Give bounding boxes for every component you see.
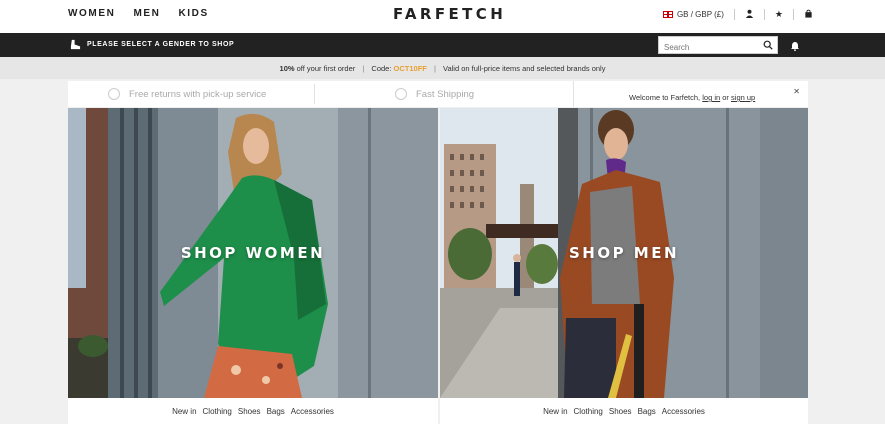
fast-shipping-item[interactable]: Fast Shipping <box>395 88 474 100</box>
signup-link[interactable]: sign up <box>731 93 755 102</box>
promo-code-label: Code: <box>371 64 392 73</box>
divider <box>763 9 765 20</box>
shop-women-title[interactable]: SHOP WOMEN <box>68 244 438 262</box>
women-link-shoes[interactable]: Shoes <box>238 407 261 416</box>
divider <box>793 9 794 20</box>
bag-icon[interactable] <box>804 9 813 20</box>
welcome-message: Welcome to Farfetch, log in or sign up <box>629 93 755 102</box>
men-link-clothing[interactable]: Clothing <box>574 407 603 416</box>
men-link-bags[interactable]: Bags <box>638 407 656 416</box>
fast-shipping-label: Fast Shipping <box>416 88 475 100</box>
nav-women[interactable]: WOMEN <box>68 8 115 19</box>
women-link-bags[interactable]: Bags <box>267 407 285 416</box>
divider <box>733 9 735 20</box>
promo-discount: 10% <box>279 64 295 73</box>
search-icon[interactable] <box>763 40 773 50</box>
men-category-links: New in Clothing Shoes Bags Accessories <box>440 398 808 424</box>
shop-men-title[interactable]: SHOP MEN <box>440 244 808 262</box>
welcome-popup: Welcome to Farfetch, log in or sign up ✕ <box>573 81 808 107</box>
search-box <box>658 36 778 56</box>
women-link-accessories[interactable]: Accessories <box>291 407 334 416</box>
gender-select-message[interactable]: PLEASE SELECT A GENDER TO SHOP <box>70 39 234 50</box>
region-currency-selector[interactable]: GB / GBP (£) <box>677 10 724 19</box>
returns-icon <box>108 88 120 100</box>
promo-offer: off your first order <box>296 64 356 73</box>
top-header: WOMEN MEN KIDS FARFETCH GB / GBP (£) ★ <box>0 0 885 33</box>
service-strip: Free returns with pick-up service Fast S… <box>68 81 573 107</box>
promo-banner: 10% off your first order | Code: OCT10FF… <box>0 57 885 79</box>
nav-kids[interactable]: KIDS <box>178 8 208 19</box>
promo-text[interactable]: 10% off your first order | Code: OCT10FF… <box>0 64 885 73</box>
hero-women[interactable]: SHOP WOMEN <box>68 108 438 398</box>
men-link-new-in[interactable]: New in <box>543 407 567 416</box>
welcome-prefix: Welcome to Farfetch, <box>629 93 701 102</box>
free-returns-label: Free returns with pick-up service <box>129 88 267 100</box>
promo-divider: | <box>433 64 436 73</box>
divider <box>314 84 315 104</box>
login-link[interactable]: log in <box>702 93 720 102</box>
gender-select-label: PLEASE SELECT A GENDER TO SHOP <box>87 41 235 48</box>
gender-select-bar: PLEASE SELECT A GENDER TO SHOP <box>0 33 885 57</box>
women-link-new-in[interactable]: New in <box>172 407 196 416</box>
uk-flag-icon <box>662 11 673 18</box>
shipping-icon <box>395 88 407 100</box>
promo-divider: | <box>362 64 365 73</box>
search-input[interactable] <box>659 39 755 56</box>
header-actions: GB / GBP (£) ★ <box>662 9 813 20</box>
gender-nav: WOMEN MEN KIDS <box>68 8 209 19</box>
promo-terms: Valid on full-price items and selected b… <box>443 64 606 73</box>
free-returns-item[interactable]: Free returns with pick-up service <box>108 88 266 100</box>
user-icon[interactable] <box>745 9 754 20</box>
close-icon[interactable]: ✕ <box>793 87 800 96</box>
men-link-accessories[interactable]: Accessories <box>662 407 705 416</box>
farfetch-logo[interactable]: FARFETCH <box>393 5 506 23</box>
hero-men[interactable]: SHOP MEN <box>440 108 808 398</box>
nav-men[interactable]: MEN <box>133 8 160 19</box>
women-link-clothing[interactable]: Clothing <box>203 407 232 416</box>
star-wishlist-icon[interactable]: ★ <box>775 10 783 19</box>
shoe-icon <box>70 39 81 50</box>
men-link-shoes[interactable]: Shoes <box>609 407 632 416</box>
women-category-links: New in Clothing Shoes Bags Accessories <box>68 398 438 424</box>
bell-notification-icon[interactable] <box>790 41 800 51</box>
welcome-or: or <box>722 93 729 102</box>
promo-code: OCT10FF <box>393 64 427 73</box>
